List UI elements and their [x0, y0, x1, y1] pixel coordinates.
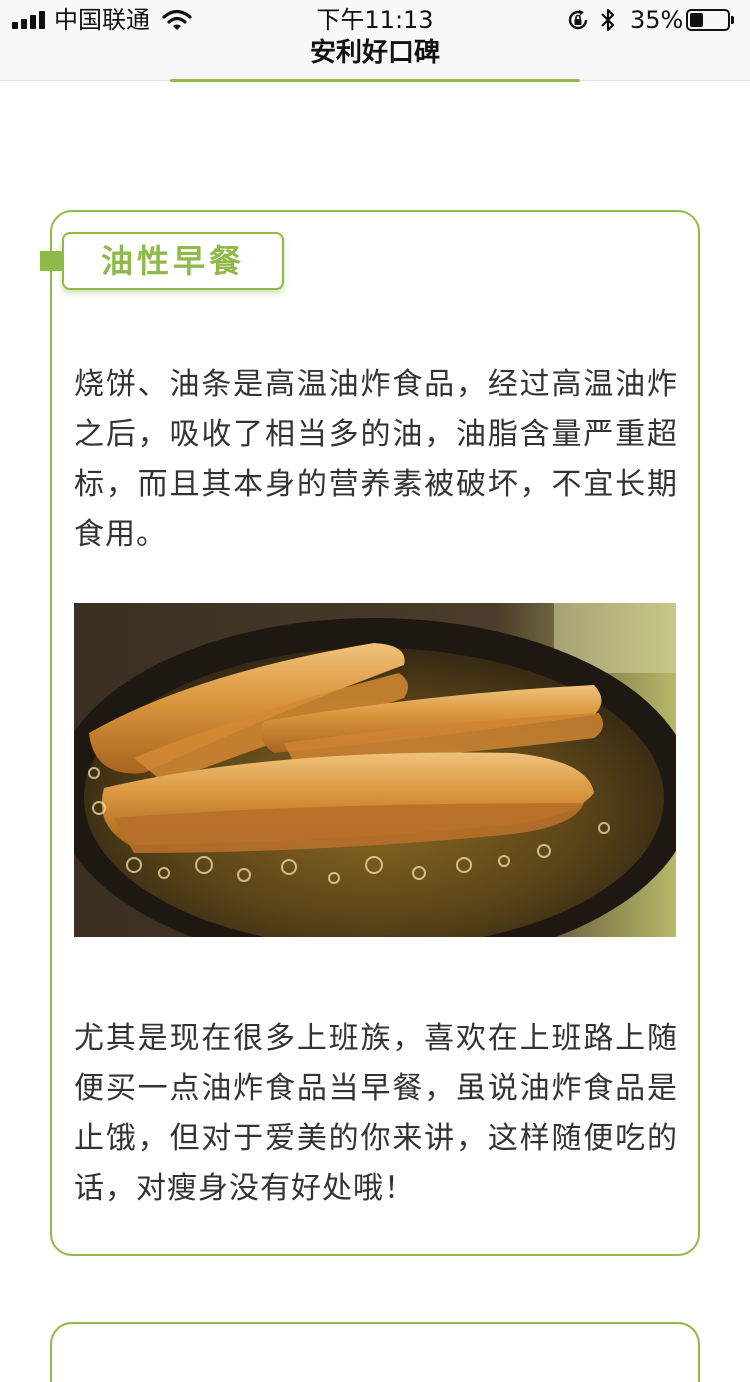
paragraph-detail: 尤其是现在很多上班族，喜欢在上班路上随便买一点油炸食品当早餐，虽说油炸食品是止饿…	[74, 1021, 678, 1206]
fried-dough-sticks-photo	[74, 603, 676, 937]
battery-percent: 35%	[630, 6, 684, 34]
top-bar: 中国联通 下午11:13 35% 安利好口碑	[0, 0, 750, 81]
paragraph-intro: 烧饼、油条是高温油炸食品，经过高温油炸之后，吸收了相当多的油，油脂含量严重超标，…	[74, 367, 678, 552]
next-article-card	[50, 1322, 700, 1382]
rotation-lock-icon	[568, 10, 588, 30]
header-divider	[170, 79, 580, 82]
bluetooth-icon	[601, 8, 615, 32]
battery-icon	[686, 9, 734, 31]
page-title: 安利好口碑	[309, 38, 440, 68]
section-tag: 油性早餐	[62, 232, 284, 290]
status-bar: 中国联通 下午11:13 35%	[0, 0, 750, 40]
